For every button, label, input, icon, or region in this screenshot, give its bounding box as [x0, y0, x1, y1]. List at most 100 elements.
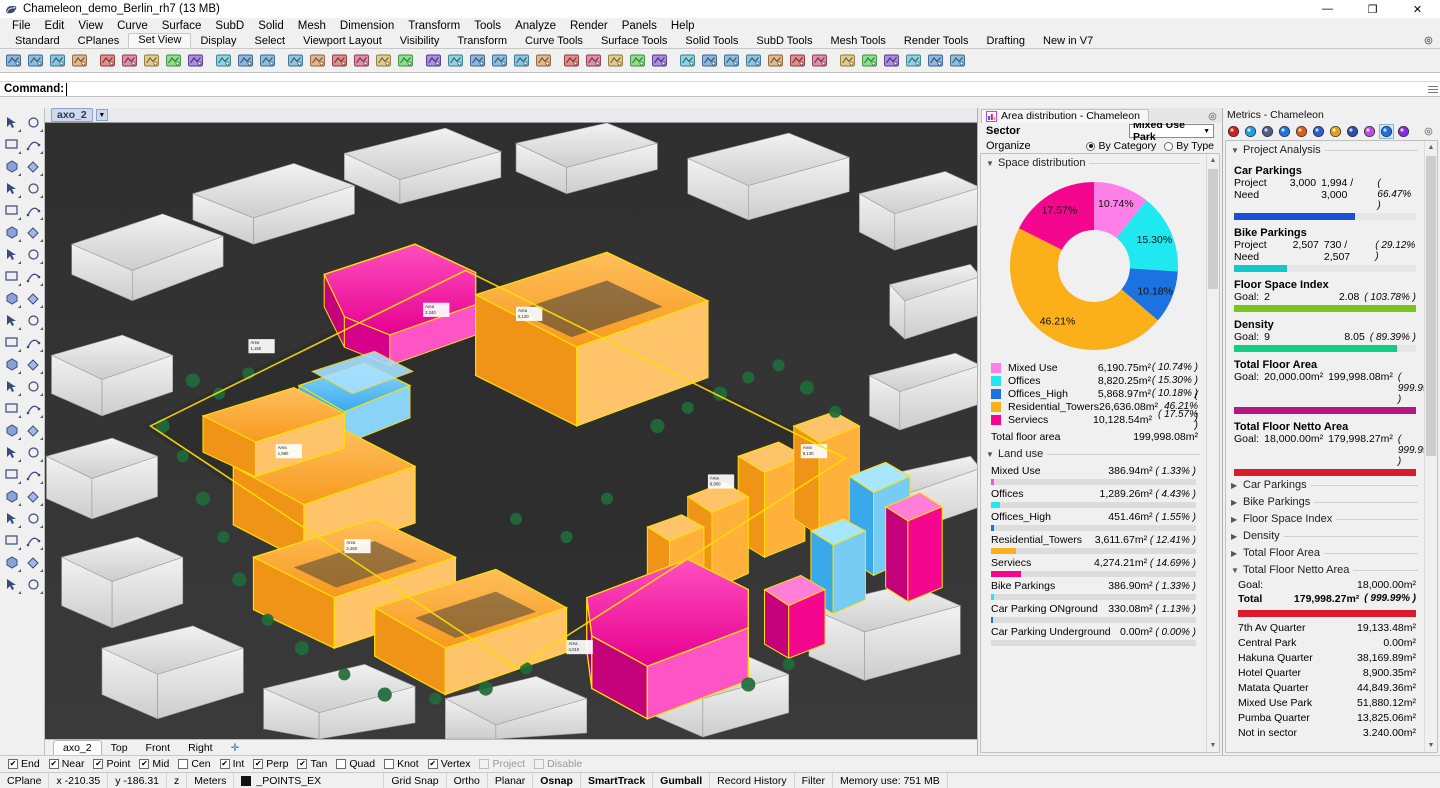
toolbar-icon-11[interactable]	[257, 50, 278, 71]
toolbar-icon-30[interactable]	[699, 50, 720, 71]
menu-item-surface[interactable]: Surface	[155, 18, 209, 34]
status-toggle-ortho[interactable]: Ortho	[447, 773, 488, 788]
scroll-down-icon[interactable]: ▼	[1207, 739, 1219, 752]
toolbar-icon-40[interactable]	[925, 50, 946, 71]
tool-mirror-icon[interactable]	[0, 375, 22, 397]
chevron-down-icon[interactable]: ▼	[95, 109, 108, 121]
command-input[interactable]	[66, 82, 1440, 96]
materials-icon[interactable]	[1294, 124, 1309, 139]
metrics-panel-scrollbar[interactable]: ▲ ▼	[1424, 141, 1437, 752]
osnap-vertex[interactable]: ✔ Vertex	[427, 758, 470, 770]
toolbar-icon-15[interactable]	[351, 50, 372, 71]
toolbar-icon-38[interactable]	[881, 50, 902, 71]
status-toggle-planar[interactable]: Planar	[488, 773, 534, 788]
space-distribution-section-header[interactable]: ▼ Space distribution	[981, 154, 1206, 171]
viewport-tab-axo_2[interactable]: axo_2	[53, 739, 102, 756]
osnap-end[interactable]: ✔ End	[8, 758, 40, 770]
collapsed-section-density[interactable]: ▶ Density	[1226, 527, 1424, 544]
toolbar-icon-12[interactable]	[285, 50, 306, 71]
toolbar-tab-subd-tools[interactable]: SubD Tools	[747, 34, 821, 48]
status-toggle-osnap[interactable]: Osnap	[533, 773, 581, 788]
area-distribution-icon[interactable]	[1396, 124, 1411, 139]
tab-area-distribution[interactable]: Area distribution - Chameleon	[981, 109, 1149, 123]
tool-light-icon[interactable]	[22, 529, 44, 551]
tool-rotate-icon[interactable]	[22, 375, 44, 397]
status-toggle-filter[interactable]: Filter	[795, 773, 833, 788]
toolbar-icon-33[interactable]	[765, 50, 786, 71]
tool-line-extend-icon[interactable]	[0, 199, 22, 221]
osnap-near[interactable]: ✔ Near	[48, 758, 84, 770]
menu-item-edit[interactable]: Edit	[38, 18, 72, 34]
osnap-cen[interactable]: Cen	[178, 758, 211, 770]
scroll-up-icon[interactable]: ▲	[1425, 141, 1437, 154]
toolbar-tab-surface-tools[interactable]: Surface Tools	[592, 34, 676, 48]
collapsed-section-car-parkings[interactable]: ▶ Car Parkings	[1226, 476, 1424, 493]
tool-array-icon[interactable]	[22, 353, 44, 375]
menu-item-transform[interactable]: Transform	[401, 18, 467, 34]
tool-scale-icon[interactable]	[0, 397, 22, 419]
menu-item-dimension[interactable]: Dimension	[333, 18, 401, 34]
tool-trim-icon[interactable]	[22, 331, 44, 353]
tool-layer-icon[interactable]	[22, 463, 44, 485]
toolbar-icon-19[interactable]	[445, 50, 466, 71]
toolbar-icon-24[interactable]	[561, 50, 582, 71]
toolbar-tab-curve-tools[interactable]: Curve Tools	[516, 34, 592, 48]
scroll-up-icon[interactable]: ▲	[1207, 154, 1219, 167]
osnap-tan[interactable]: ✔ Tan	[297, 758, 327, 770]
viewport-name-tab[interactable]: axo_2	[51, 108, 93, 122]
tool-ellipse-icon[interactable]	[22, 155, 44, 177]
radio-by-type[interactable]: By Type	[1164, 140, 1214, 152]
status-toggle-grid-snap[interactable]: Grid Snap	[384, 773, 447, 788]
menu-item-subd[interactable]: SubD	[208, 18, 251, 34]
tool-point-icon[interactable]	[22, 111, 44, 133]
tool-polyline-icon[interactable]	[0, 133, 22, 155]
status-toggle-record-history[interactable]: Record History	[710, 773, 795, 788]
sector-select[interactable]: Mixed Use Park ▼	[1129, 119, 1214, 143]
toolbar-icon-14[interactable]	[329, 50, 350, 71]
osnap-disable[interactable]: Disable	[534, 758, 582, 770]
osnap-knot[interactable]: Knot	[384, 758, 419, 770]
close-button[interactable]: ✕	[1395, 0, 1440, 18]
toolbar-icon-23[interactable]	[533, 50, 554, 71]
tool-join-icon[interactable]	[0, 507, 22, 529]
status-layer[interactable]: _POINTS_EX	[234, 773, 385, 788]
tool-extrude-icon[interactable]	[0, 309, 22, 331]
status-units[interactable]: Meters	[187, 773, 235, 788]
menu-item-curve[interactable]: Curve	[110, 18, 155, 34]
toolbar-icon-37[interactable]	[859, 50, 880, 71]
tool-misc-40-icon[interactable]	[0, 551, 22, 573]
tool-sphere-icon[interactable]	[22, 243, 44, 265]
tool-block-icon[interactable]	[0, 485, 22, 507]
folder-icon[interactable]	[1328, 124, 1343, 139]
metrics-chart-icon[interactable]	[1379, 123, 1394, 139]
minimize-button[interactable]: —	[1305, 0, 1350, 18]
tool-group-icon[interactable]	[22, 419, 44, 441]
maximize-button[interactable]: ❐	[1350, 0, 1395, 18]
chameleon-icon[interactable]	[1362, 124, 1377, 139]
tool-select-arrow-icon[interactable]	[0, 111, 22, 133]
command-line[interactable]: Command:	[0, 81, 1440, 96]
menu-item-analyze[interactable]: Analyze	[508, 18, 563, 34]
toolbar-icon-27[interactable]	[627, 50, 648, 71]
toolbar-icon-8[interactable]	[185, 50, 206, 71]
render-icon[interactable]	[1277, 124, 1292, 139]
tool-polygon-icon[interactable]	[0, 177, 22, 199]
toolbar-icon-26[interactable]	[605, 50, 626, 71]
toolbar-icon-18[interactable]	[423, 50, 444, 71]
toolbar-icon-22[interactable]	[511, 50, 532, 71]
toolbar-icon-10[interactable]	[235, 50, 256, 71]
collapsed-section-bike-parkings[interactable]: ▶ Bike Parkings	[1226, 493, 1424, 510]
toolbar-tab-render-tools[interactable]: Render Tools	[895, 34, 978, 48]
toolbar-icon-4[interactable]	[97, 50, 118, 71]
resize-grip-icon[interactable]	[1428, 83, 1438, 95]
toolbar-icon-31[interactable]	[721, 50, 742, 71]
osnap-mid[interactable]: ✔ Mid	[139, 758, 169, 770]
osnap-perp[interactable]: ✔ Perp	[253, 758, 288, 770]
tool-text-icon[interactable]	[22, 441, 44, 463]
project-analysis-section-header[interactable]: ▼ Project Analysis	[1226, 141, 1424, 158]
toolbar-tab-display[interactable]: Display	[191, 34, 245, 48]
osnap-quad[interactable]: Quad	[336, 758, 375, 770]
toolbar-icon-9[interactable]	[213, 50, 234, 71]
toolbar-icon-34[interactable]	[787, 50, 808, 71]
toolbar-icon-41[interactable]	[947, 50, 968, 71]
